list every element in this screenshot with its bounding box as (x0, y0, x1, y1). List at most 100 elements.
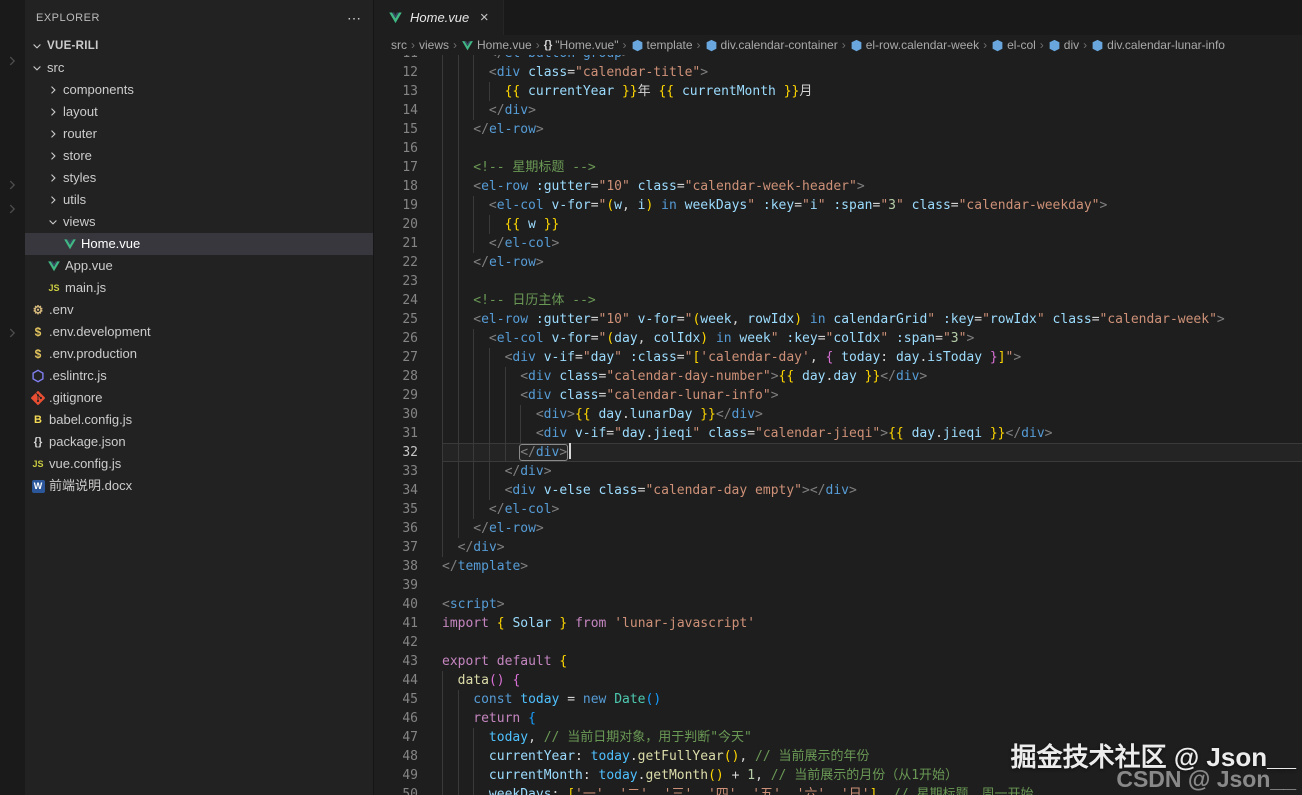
breadcrumb-item[interactable]: views (418, 38, 450, 52)
code-line-39[interactable]: 39 (374, 576, 1302, 595)
code-line-49[interactable]: 49 currentMonth: today.getMonth() + 1, //… (374, 766, 1302, 785)
babel-icon: B (34, 414, 42, 426)
code-line-38[interactable]: 38 </template> (374, 557, 1302, 576)
tree-item-label: App.vue (65, 258, 113, 273)
code-line-32[interactable]: 32 </div> (374, 443, 1302, 462)
code-line-34[interactable]: 34 <div v-else class="calendar-day empty"… (374, 481, 1302, 500)
tree-item-babel.config.js[interactable]: Bbabel.config.js (25, 409, 373, 431)
code-line-30[interactable]: 30 <div>{{ day.lunarDay }}</div> (374, 405, 1302, 424)
tree-item-router[interactable]: router (25, 123, 373, 145)
tree-item-styles[interactable]: styles (25, 167, 373, 189)
code-line-12[interactable]: 12 <div class="calendar-title"> (374, 63, 1302, 82)
line-number: 49 (402, 768, 418, 783)
code-line-37[interactable]: 37 </div> (374, 538, 1302, 557)
code-line-25[interactable]: 25 <el-row :gutter="10" v-for="(week, row… (374, 310, 1302, 329)
code-line-35[interactable]: 35 </el-col> (374, 500, 1302, 519)
breadcrumb-item[interactable]: div.calendar-container (704, 38, 839, 52)
breadcrumb-label: div.calendar-lunar-info (1107, 38, 1225, 52)
code-line-31[interactable]: 31 <div v-if="day.jieqi" class="calendar-… (374, 424, 1302, 443)
code-line-46[interactable]: 46 return { (374, 709, 1302, 728)
breadcrumb-item[interactable]: div.calendar-lunar-info (1090, 38, 1226, 52)
tree-item-.env.production[interactable]: $ .env.production (25, 343, 373, 365)
tree-item-components[interactable]: components (25, 79, 373, 101)
code-line-17[interactable]: 17 <!-- 星期标题 --> (374, 158, 1302, 177)
tree-item-App.vue[interactable]: App.vue (25, 255, 373, 277)
tree-item-label: 前端说明.docx (49, 478, 133, 493)
breadcrumb-item[interactable]: Home.vue (460, 38, 533, 52)
code-line-22[interactable]: 22 </el-row> (374, 253, 1302, 272)
tree-item-label: .gitignore (49, 390, 103, 405)
code-line-18[interactable]: 18 <el-row :gutter="10" class="calendar-w… (374, 177, 1302, 196)
code-line-43[interactable]: 43 export default { (374, 652, 1302, 671)
code-line-24[interactable]: 24 <!-- 日历主体 --> (374, 291, 1302, 310)
tree-root-vue-rili[interactable]: VUE-RILI (25, 35, 373, 57)
tree-item-.eslintrc.js[interactable]: .eslintrc.js (25, 365, 373, 387)
breadcrumb-item[interactable]: div (1047, 38, 1080, 52)
tree-item-vue.config.js[interactable]: JS vue.config.js (25, 453, 373, 475)
close-icon[interactable]: × (475, 9, 493, 27)
code-line-50[interactable]: 50 weekDays: ['一', '二', '三', '四', '五', '六… (374, 785, 1302, 795)
breadcrumb-item[interactable]: template (630, 38, 694, 52)
code-line-15[interactable]: 15 </el-row> (374, 120, 1302, 139)
tree-item-.gitignore[interactable]: .gitignore (25, 387, 373, 409)
code-line-20[interactable]: 20{{ w }} (374, 215, 1302, 234)
code-line-44[interactable]: 44 data() { (374, 671, 1302, 690)
breadcrumb-item[interactable]: src (390, 38, 408, 52)
code-line-19[interactable]: 19 <el-col v-for="(w, i) in weekDays" :ke… (374, 196, 1302, 215)
code-line-26[interactable]: 26 <el-col v-for="(day, colIdx) in week" … (374, 329, 1302, 348)
breadcrumb-item[interactable]: el-col (990, 38, 1037, 52)
code-line-13[interactable]: 13{{ currentYear }}年 {{ currentMonth }}月 (374, 82, 1302, 101)
editor[interactable]: 11</el-button-group>12<div class="calend… (374, 55, 1302, 795)
code-line-45[interactable]: 45 const today = new Date() (374, 690, 1302, 709)
tab-home-vue[interactable]: Home.vue × (374, 0, 505, 35)
tree-item-package.json[interactable]: {} package.json (25, 431, 373, 453)
editor-group: Home.vue × src › views › Home.vue ›{} "Home.vu… (374, 0, 1302, 795)
code-line-36[interactable]: 36 </el-row> (374, 519, 1302, 538)
code-line-48[interactable]: 48 currentYear: today.getFullYear(), // 当… (374, 747, 1302, 766)
breadcrumb-label: template (646, 38, 693, 52)
tree-item-.env[interactable]: ⚙ .env (25, 299, 373, 321)
more-actions-icon[interactable]: ⋯ (347, 11, 361, 25)
line-number: 23 (402, 274, 418, 289)
tree-item-src[interactable]: src (25, 57, 373, 79)
line-number: 25 (402, 312, 418, 327)
breadcrumb-item[interactable]: el-row.calendar-week (849, 38, 980, 52)
breadcrumb-item[interactable]: {} "Home.vue" (543, 38, 620, 52)
eslint-icon (29, 369, 47, 383)
breadcrumb-separator-icon: › (696, 38, 701, 52)
line-number: 19 (402, 198, 418, 213)
gear-icon: ⚙ (32, 303, 44, 317)
code-line-21[interactable]: 21 </el-col> (374, 234, 1302, 253)
code-line-16[interactable]: 16 (374, 139, 1302, 158)
activity-bar (0, 0, 25, 795)
tree-item-utils[interactable]: utils (25, 189, 373, 211)
code-line-47[interactable]: 47 today, // 当前日期对象，用于判断"今天" (374, 728, 1302, 747)
tree-item-前端说明.docx[interactable]: W 前端说明.docx (25, 475, 373, 497)
tree-item-label: main.js (65, 280, 107, 295)
vue-icon (45, 259, 63, 273)
code-line-23[interactable]: 23 (374, 272, 1302, 291)
tree-item-label: utils (63, 192, 87, 207)
code-line-29[interactable]: 29 <div class="calendar-lunar-info"> (374, 386, 1302, 405)
tree-item-Home.vue[interactable]: Home.vue (25, 233, 373, 255)
code-line-41[interactable]: 41 import { Solar } from 'lunar-javascrip… (374, 614, 1302, 633)
code-line-27[interactable]: 27 <div v-if="day" :class="['calendar-day… (374, 348, 1302, 367)
tree-item-store[interactable]: store (25, 145, 373, 167)
chevron-right-icon (45, 194, 61, 206)
breadcrumb-separator-icon: › (622, 38, 627, 52)
code-line-40[interactable]: 40 <script> (374, 595, 1302, 614)
code-line-14[interactable]: 14 </div> (374, 101, 1302, 120)
line-number: 15 (402, 122, 418, 137)
tree-item-.env.development[interactable]: $ .env.development (25, 321, 373, 343)
tree-item-views[interactable]: views (25, 211, 373, 233)
tree-item-layout[interactable]: layout (25, 101, 373, 123)
code-line-11[interactable]: 11</el-button-group> (374, 55, 1302, 63)
code-line-28[interactable]: 28 <div class="calendar-day-number">{{ da… (374, 367, 1302, 386)
tree-item-label: store (63, 148, 92, 163)
code-line-33[interactable]: 33 </div> (374, 462, 1302, 481)
code-line-42[interactable]: 42 (374, 633, 1302, 652)
line-number: 45 (402, 692, 418, 707)
tree-item-main.js[interactable]: JS main.js (25, 277, 373, 299)
symbol-icon (705, 39, 718, 52)
explorer-header: EXPLORER ⋯ (25, 0, 373, 35)
